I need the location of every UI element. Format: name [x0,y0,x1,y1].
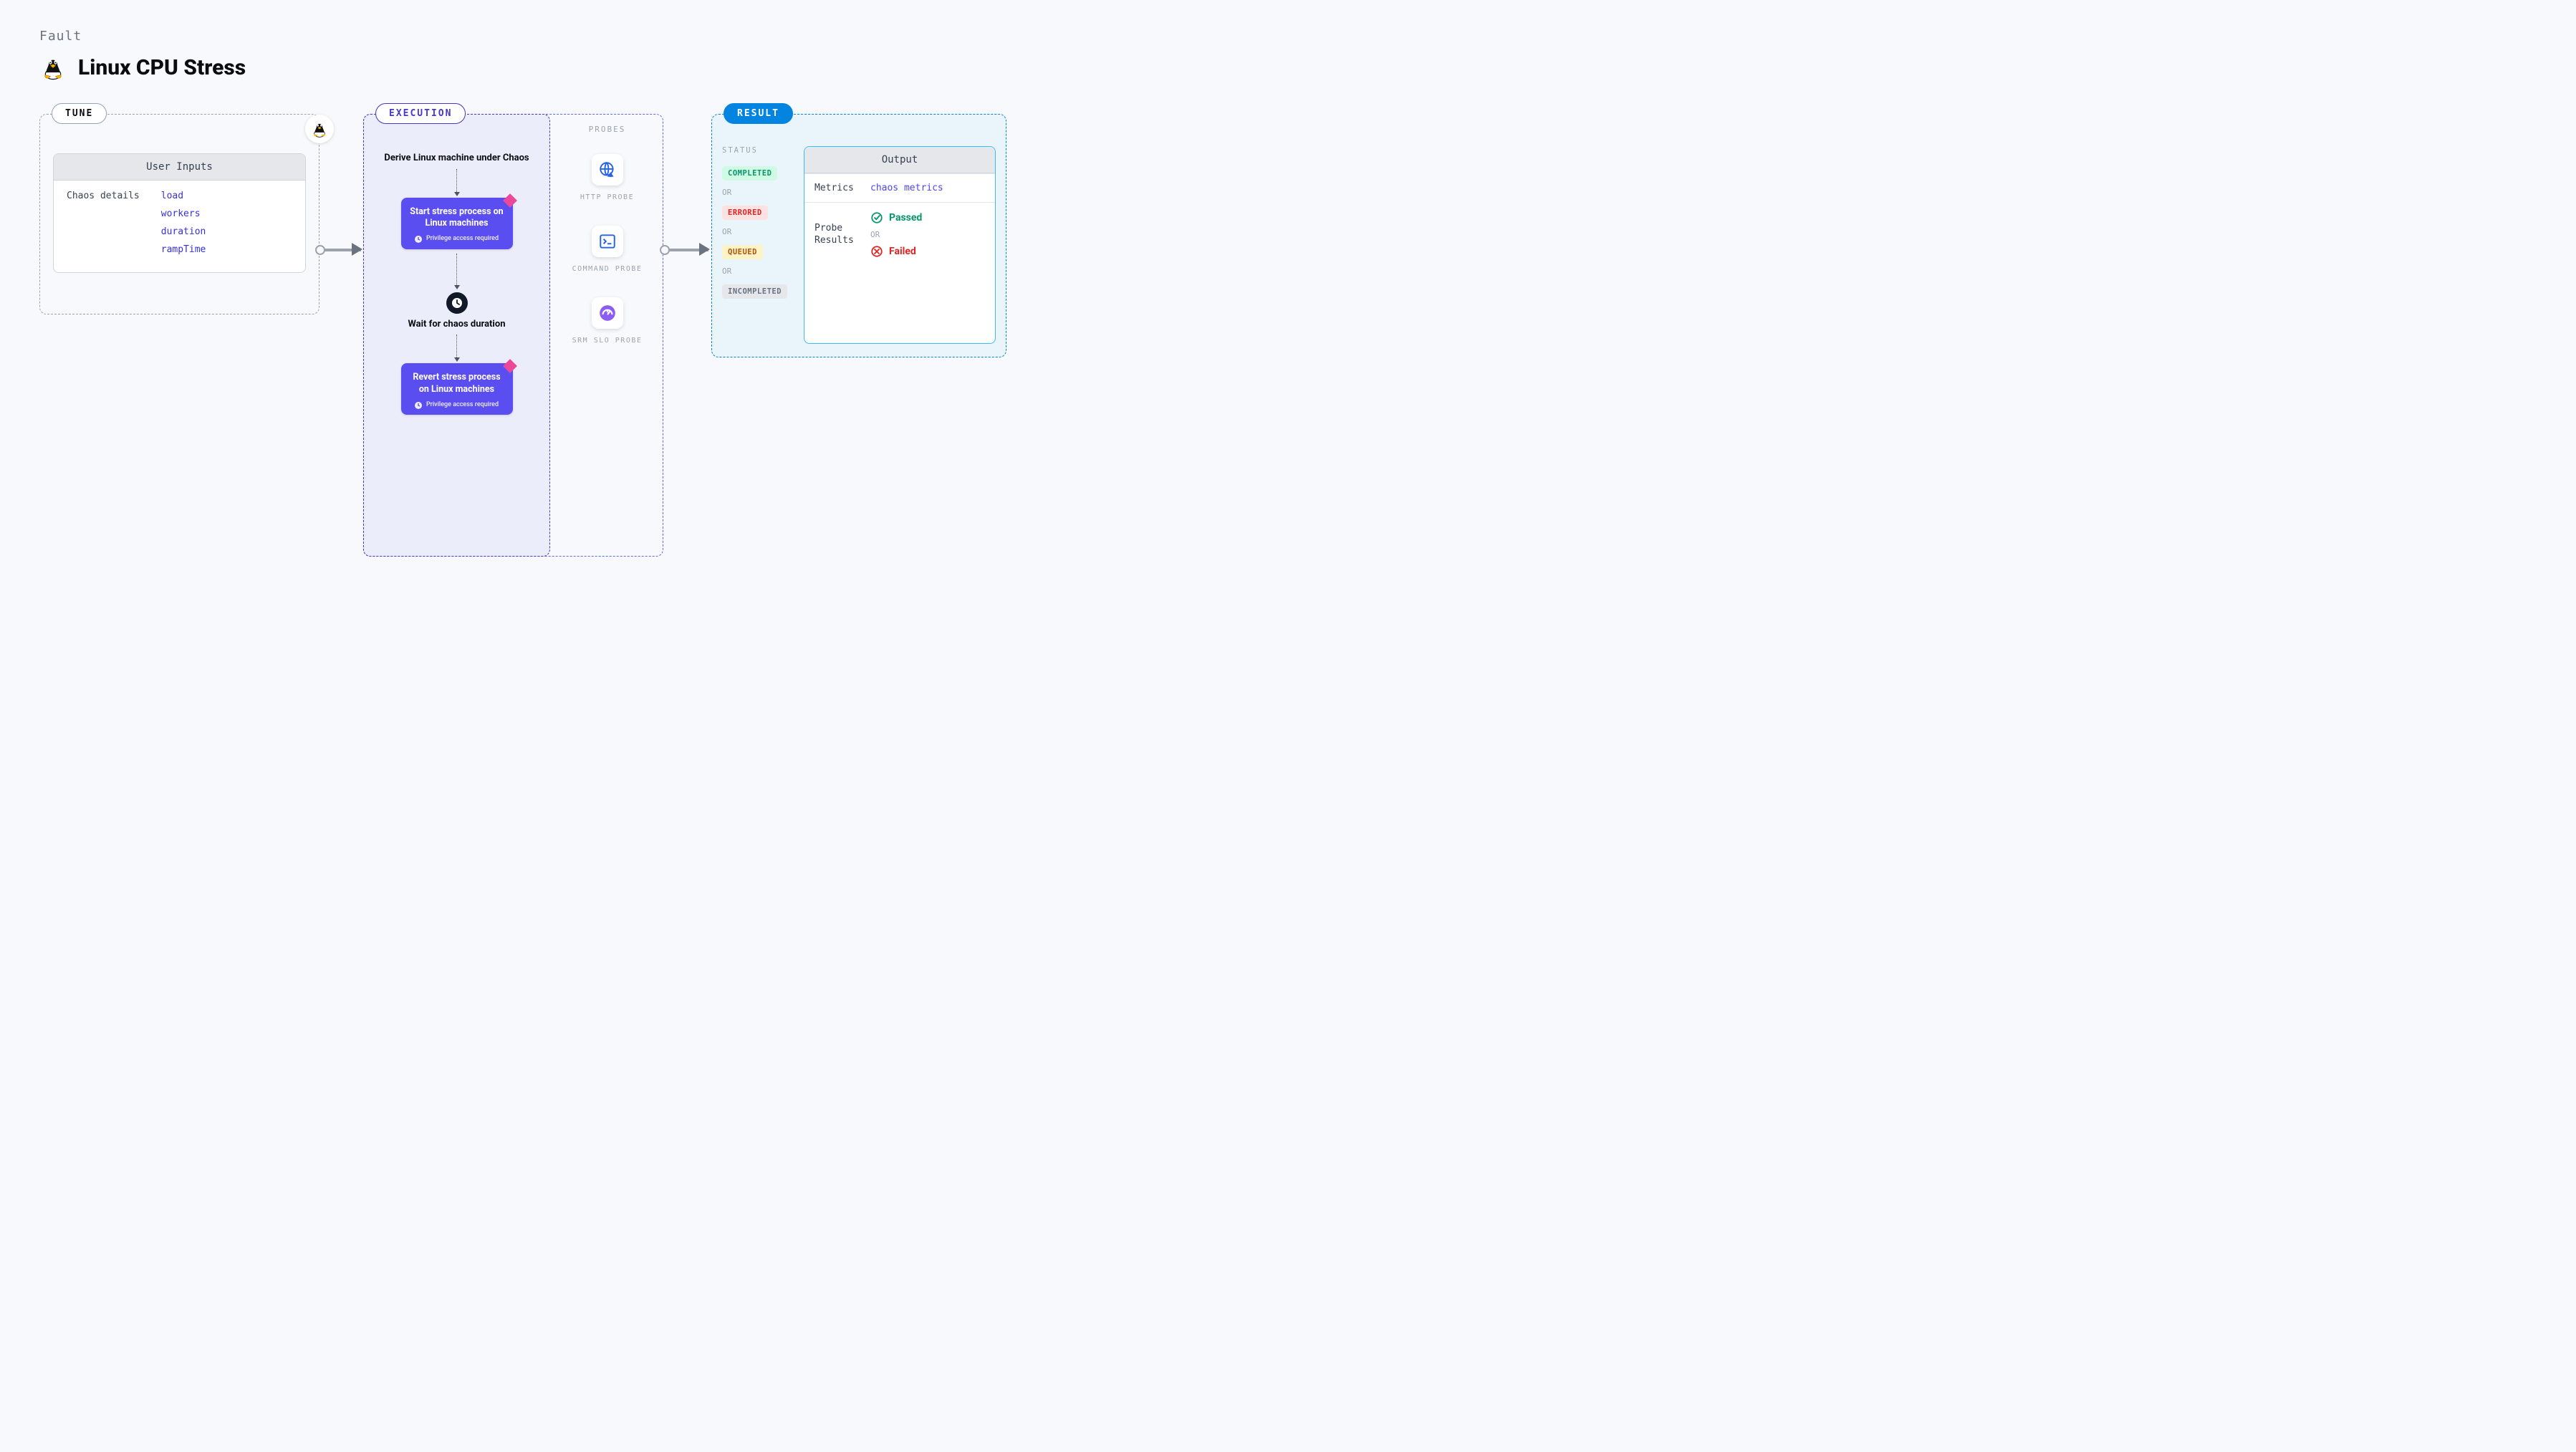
terminal-icon [592,226,623,257]
param-duration: duration [161,226,206,237]
flag-icon [503,193,517,208]
linux-icon [39,54,67,81]
probe-passed: Passed [870,211,922,224]
title-row: Linux CPU Stress [39,54,2537,81]
probe-failed: Failed [870,245,922,258]
output-title: Output [804,147,995,173]
or-label: OR [722,188,791,197]
privilege-note: Privilege access required [408,401,506,410]
output-probe-results-row: Probe Results Passed OR Failed [804,202,995,266]
privilege-note: Privilege access required [408,235,506,244]
or-label: OR [870,230,922,239]
status-incompleted: INCOMPLETED [722,284,787,299]
action-start-stress: Start stress process on Linux machines P… [401,198,513,249]
arrow-down-icon [456,169,457,193]
check-circle-icon [870,211,883,224]
probe-command: COMMAND PROBE [572,226,643,274]
clock-icon [446,292,468,314]
chaos-details-label: Chaos details [67,191,140,262]
param-load: load [161,191,206,201]
param-ramptime: rampTime [161,244,206,255]
tune-pill: TUNE [52,103,107,124]
linux-icon [305,115,334,143]
probe-results-label: Probe Results [814,223,860,247]
action-start-stress-label: Start stress process on Linux machines [410,206,503,229]
metrics-label: Metrics [814,183,860,193]
execution-flow: EXECUTION Derive Linux machine under Cha… [363,114,550,557]
result-panel: RESULT STATUS COMPLETED OR ERRORED OR QU… [711,114,1006,357]
probes-heading: PROBES [589,125,626,134]
status-errored: ERRORED [722,206,768,220]
or-label: OR [722,227,791,236]
execution-panel: EXECUTION Derive Linux machine under Cha… [363,114,663,557]
globe-icon [592,154,623,186]
diagram-canvas: TUNE User Inputs Chaos details load work… [39,108,2537,581]
status-heading: STATUS [722,146,791,155]
arrow-execution-to-result [664,249,708,251]
action-revert-stress: Revert stress process on Linux machines … [401,363,513,415]
gauge-icon [592,297,623,329]
flag-icon [503,359,517,373]
execution-pill: EXECUTION [375,103,466,124]
metrics-value: chaos metrics [870,183,943,193]
page-title: Linux CPU Stress [78,55,246,80]
probe-http: HTTP PROBE [580,154,634,203]
action-revert-stress-label: Revert stress process on Linux machines [413,372,500,394]
output-metrics-row: Metrics chaos metrics [804,173,995,202]
status-completed: COMPLETED [722,166,777,181]
user-inputs-card: User Inputs Chaos details load workers d… [53,153,306,273]
probes-column: PROBES HTTP PROBE COMMAND PROBE [559,125,655,369]
probe-command-label: COMMAND PROBE [572,264,643,274]
step-derive: Derive Linux machine under Chaos [384,152,529,165]
status-column: STATUS COMPLETED OR ERRORED OR QUEUED OR… [722,146,791,344]
arrow-tune-to-execution [319,249,361,251]
probe-http-label: HTTP PROBE [580,193,634,203]
arrow-down-icon [456,335,457,359]
probe-srm-slo-label: SRM SLO PROBE [572,336,643,346]
param-workers: workers [161,208,206,219]
status-queued: QUEUED [722,245,763,259]
tune-panel: TUNE User Inputs Chaos details load work… [39,114,319,314]
step-wait: Wait for chaos duration [408,318,505,331]
param-list: load workers duration rampTime [161,191,206,262]
arrow-down-icon [456,254,457,287]
user-inputs-title: User Inputs [54,154,305,181]
output-card: Output Metrics chaos metrics Probe Resul… [804,146,996,344]
result-pill: RESULT [724,103,793,124]
section-kicker: Fault [39,29,2537,44]
x-circle-icon [870,245,883,258]
probe-srm-slo: SRM SLO PROBE [572,297,643,346]
or-label: OR [722,266,791,276]
